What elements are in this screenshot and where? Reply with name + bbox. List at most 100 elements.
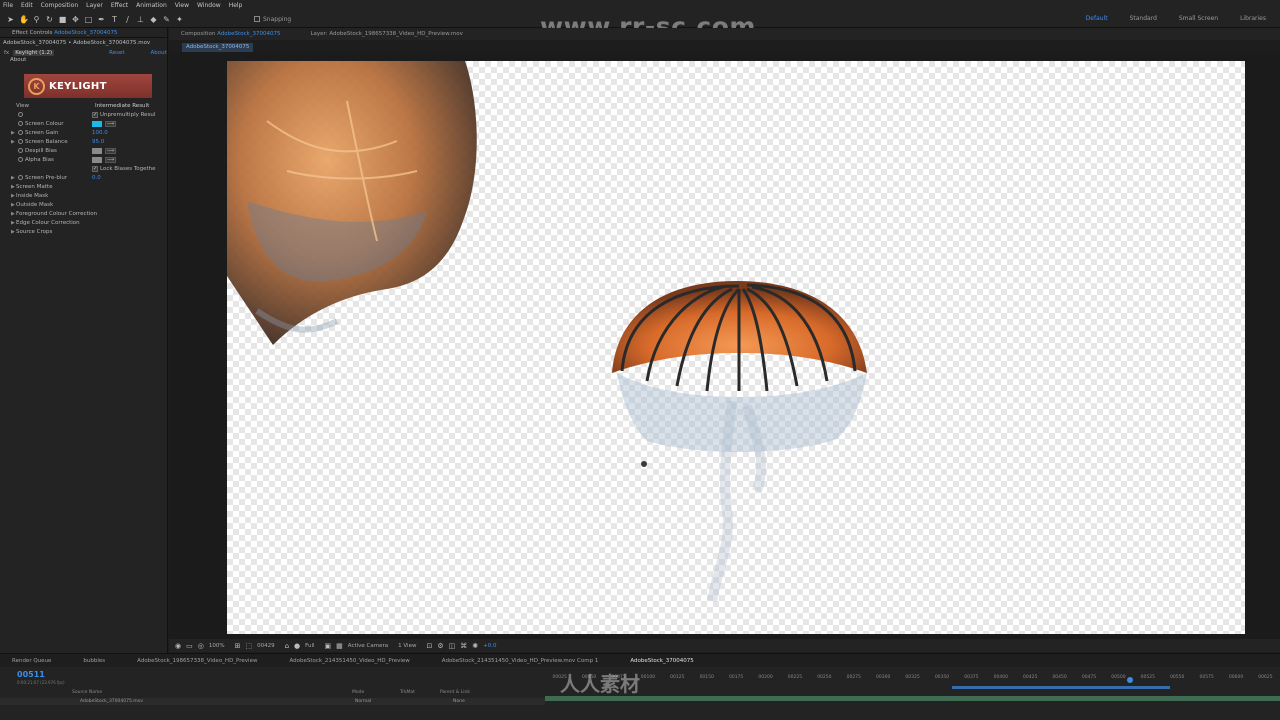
selection-tool-icon[interactable]: ➤ <box>6 15 15 24</box>
screen-preblur-value[interactable]: 0.0 <box>92 175 101 181</box>
layer-name[interactable]: AdobeStock_37004075.mov <box>80 699 143 704</box>
screen-colour-swatch[interactable] <box>92 120 102 127</box>
transparency-grid-icon[interactable]: ▦ <box>336 642 343 650</box>
timeline-tab[interactable]: AdobeStock_214351450_Video_HD_Preview.mo… <box>442 658 599 664</box>
workspace-default[interactable]: Default <box>1086 15 1108 22</box>
playhead-handle[interactable] <box>1127 677 1133 683</box>
stopwatch-icon[interactable] <box>18 175 23 180</box>
despill-bias-swatch[interactable] <box>92 147 102 154</box>
work-area-bar[interactable] <box>952 686 1170 689</box>
pen-tool-icon[interactable]: ✒ <box>97 15 106 24</box>
twirl-icon[interactable]: ▶ <box>11 220 15 226</box>
roto-brush-tool-icon[interactable]: ✎ <box>162 15 171 24</box>
timeline-toggle-icon[interactable]: ◫ <box>449 642 456 650</box>
workspace-standard[interactable]: Standard <box>1130 15 1157 22</box>
property-group[interactable]: ▶ Outside Mask <box>0 200 168 209</box>
snapping-checkbox[interactable] <box>254 16 260 22</box>
twirl-icon[interactable]: ▶ <box>11 184 15 190</box>
stopwatch-icon[interactable] <box>18 139 23 144</box>
color-channel-icon[interactable]: ● <box>294 642 300 650</box>
timeline-tab[interactable]: AdobeStock_214351450_Video_HD_Preview <box>289 658 409 664</box>
snapping-toggle[interactable]: Snapping <box>254 16 291 23</box>
rotate-tool-icon[interactable]: ↻ <box>45 15 54 24</box>
always-preview-icon[interactable]: ◉ <box>175 642 181 650</box>
effect-about-link[interactable]: About <box>151 50 167 56</box>
view-dropdown[interactable]: Intermediate Result <box>95 103 149 109</box>
toggle-pixel-icon[interactable]: ⊡ <box>426 642 432 650</box>
property-group[interactable]: ▶ Screen Matte <box>0 182 168 191</box>
property-group[interactable]: ▶ Foreground Colour Correction <box>0 209 168 218</box>
unpremultiply-checkbox[interactable]: ✓ <box>92 111 98 118</box>
timeline-tab[interactable]: bubbles <box>83 658 105 664</box>
alpha-bias-swatch[interactable] <box>92 156 102 163</box>
exposure-value[interactable]: +0.0 <box>483 643 496 649</box>
screen-gain-value[interactable]: 100.0 <box>92 130 108 136</box>
timeline-tab[interactable]: AdobeStock_198657338_Video_HD_Preview <box>137 658 257 664</box>
fast-preview-icon[interactable]: ⚙ <box>437 642 443 650</box>
views-dropdown[interactable]: 1 View <box>398 643 416 649</box>
menu-effect[interactable]: Effect <box>111 2 128 9</box>
time-ruler[interactable]: 00025 00050 00075 00100 00125 00150 00175 00200… <box>545 675 1280 685</box>
twirl-icon[interactable]: ▶ <box>11 193 15 199</box>
stopwatch-icon[interactable] <box>18 157 23 162</box>
about-group[interactable]: About <box>0 57 167 65</box>
workspace-small-screen[interactable]: Small Screen <box>1179 15 1218 22</box>
hand-tool-icon[interactable]: ✋ <box>19 15 29 24</box>
effect-name[interactable]: Keylight (1.2) <box>13 49 55 56</box>
puppet-tool-icon[interactable]: ✦ <box>175 15 184 24</box>
roi-icon[interactable]: ▣ <box>325 642 332 650</box>
stopwatch-icon[interactable] <box>18 148 23 153</box>
menu-window[interactable]: Window <box>197 2 221 9</box>
lock-biases-checkbox[interactable]: ✓ <box>92 165 98 172</box>
layer-duration-bar[interactable] <box>545 696 1280 701</box>
stopwatch-icon[interactable] <box>18 121 23 126</box>
tab-composition[interactable]: Composition AdobeStock_37004075 <box>181 31 280 37</box>
rectangle-tool-icon[interactable]: □ <box>84 15 93 24</box>
composition-canvas[interactable] <box>227 61 1245 634</box>
brush-tool-icon[interactable]: ∕ <box>123 15 132 24</box>
menu-animation[interactable]: Animation <box>136 2 167 9</box>
zoom-dropdown[interactable]: 100% <box>209 643 225 649</box>
snapshot-icon[interactable]: ⌂ <box>285 642 289 650</box>
layer-row[interactable]: AdobeStock_37004075.mov Normal None <box>0 698 545 705</box>
workspace-libraries[interactable]: Libraries <box>1240 15 1266 22</box>
clone-stamp-tool-icon[interactable]: ⊥ <box>136 15 145 24</box>
resolution-dropdown[interactable]: Full <box>305 643 314 649</box>
effect-reset-link[interactable]: Reset <box>109 50 124 56</box>
twirl-icon[interactable]: ▶ <box>11 175 15 181</box>
comp-flow-chip[interactable]: AdobeStock_37004075 <box>182 43 254 52</box>
tab-layer[interactable]: Layer: AdobeStock_198657338_Video_HD_Pre… <box>310 31 462 37</box>
eraser-tool-icon[interactable]: ◆ <box>149 15 158 24</box>
twirl-icon[interactable]: ▶ <box>11 202 15 208</box>
mask-visibility-icon[interactable]: ◎ <box>198 642 204 650</box>
display-icon[interactable]: ▭ <box>186 642 193 650</box>
twirl-icon[interactable]: ▶ <box>11 229 15 235</box>
type-tool-icon[interactable]: T <box>110 15 119 24</box>
property-group[interactable]: ▶ Inside Mask <box>0 191 168 200</box>
effect-controls-tab[interactable]: Effect Controls AdobeStock_37004075 <box>0 28 167 38</box>
screen-balance-value[interactable]: 95.0 <box>92 139 104 145</box>
menu-help[interactable]: Help <box>229 2 243 9</box>
layer-mode[interactable]: Normal <box>355 699 371 704</box>
stopwatch-icon[interactable] <box>18 130 23 135</box>
pan-behind-tool-icon[interactable]: ✥ <box>71 15 80 24</box>
zoom-tool-icon[interactable]: ⚲ <box>32 15 41 24</box>
current-frame[interactable]: 00429 <box>257 643 275 649</box>
layer-parent[interactable]: None <box>453 699 465 704</box>
comp-flowchart-icon[interactable]: ⌘ <box>460 642 467 650</box>
exposure-reset-icon[interactable]: ✺ <box>472 642 478 650</box>
camera-dropdown[interactable]: Active Camera <box>348 643 388 649</box>
timeline-tab[interactable]: AdobeStock_37004075 <box>630 658 693 664</box>
region-icon[interactable]: ⬚ <box>245 642 252 650</box>
menu-layer[interactable]: Layer <box>86 2 103 9</box>
menu-view[interactable]: View <box>175 2 189 9</box>
property-group[interactable]: ▶ Source Crops <box>0 227 168 236</box>
eyedropper-icon[interactable]: ⟶ <box>105 156 116 163</box>
stopwatch-icon[interactable] <box>18 112 23 117</box>
timeline-tab[interactable]: Render Queue <box>12 658 51 664</box>
camera-tool-icon[interactable]: ■ <box>58 15 67 24</box>
menu-file[interactable]: File <box>3 2 13 9</box>
eyedropper-icon[interactable]: ⟶ <box>105 120 116 127</box>
property-group[interactable]: ▶ Edge Colour Correction <box>0 218 168 227</box>
current-timecode[interactable]: 00511 <box>17 670 45 679</box>
